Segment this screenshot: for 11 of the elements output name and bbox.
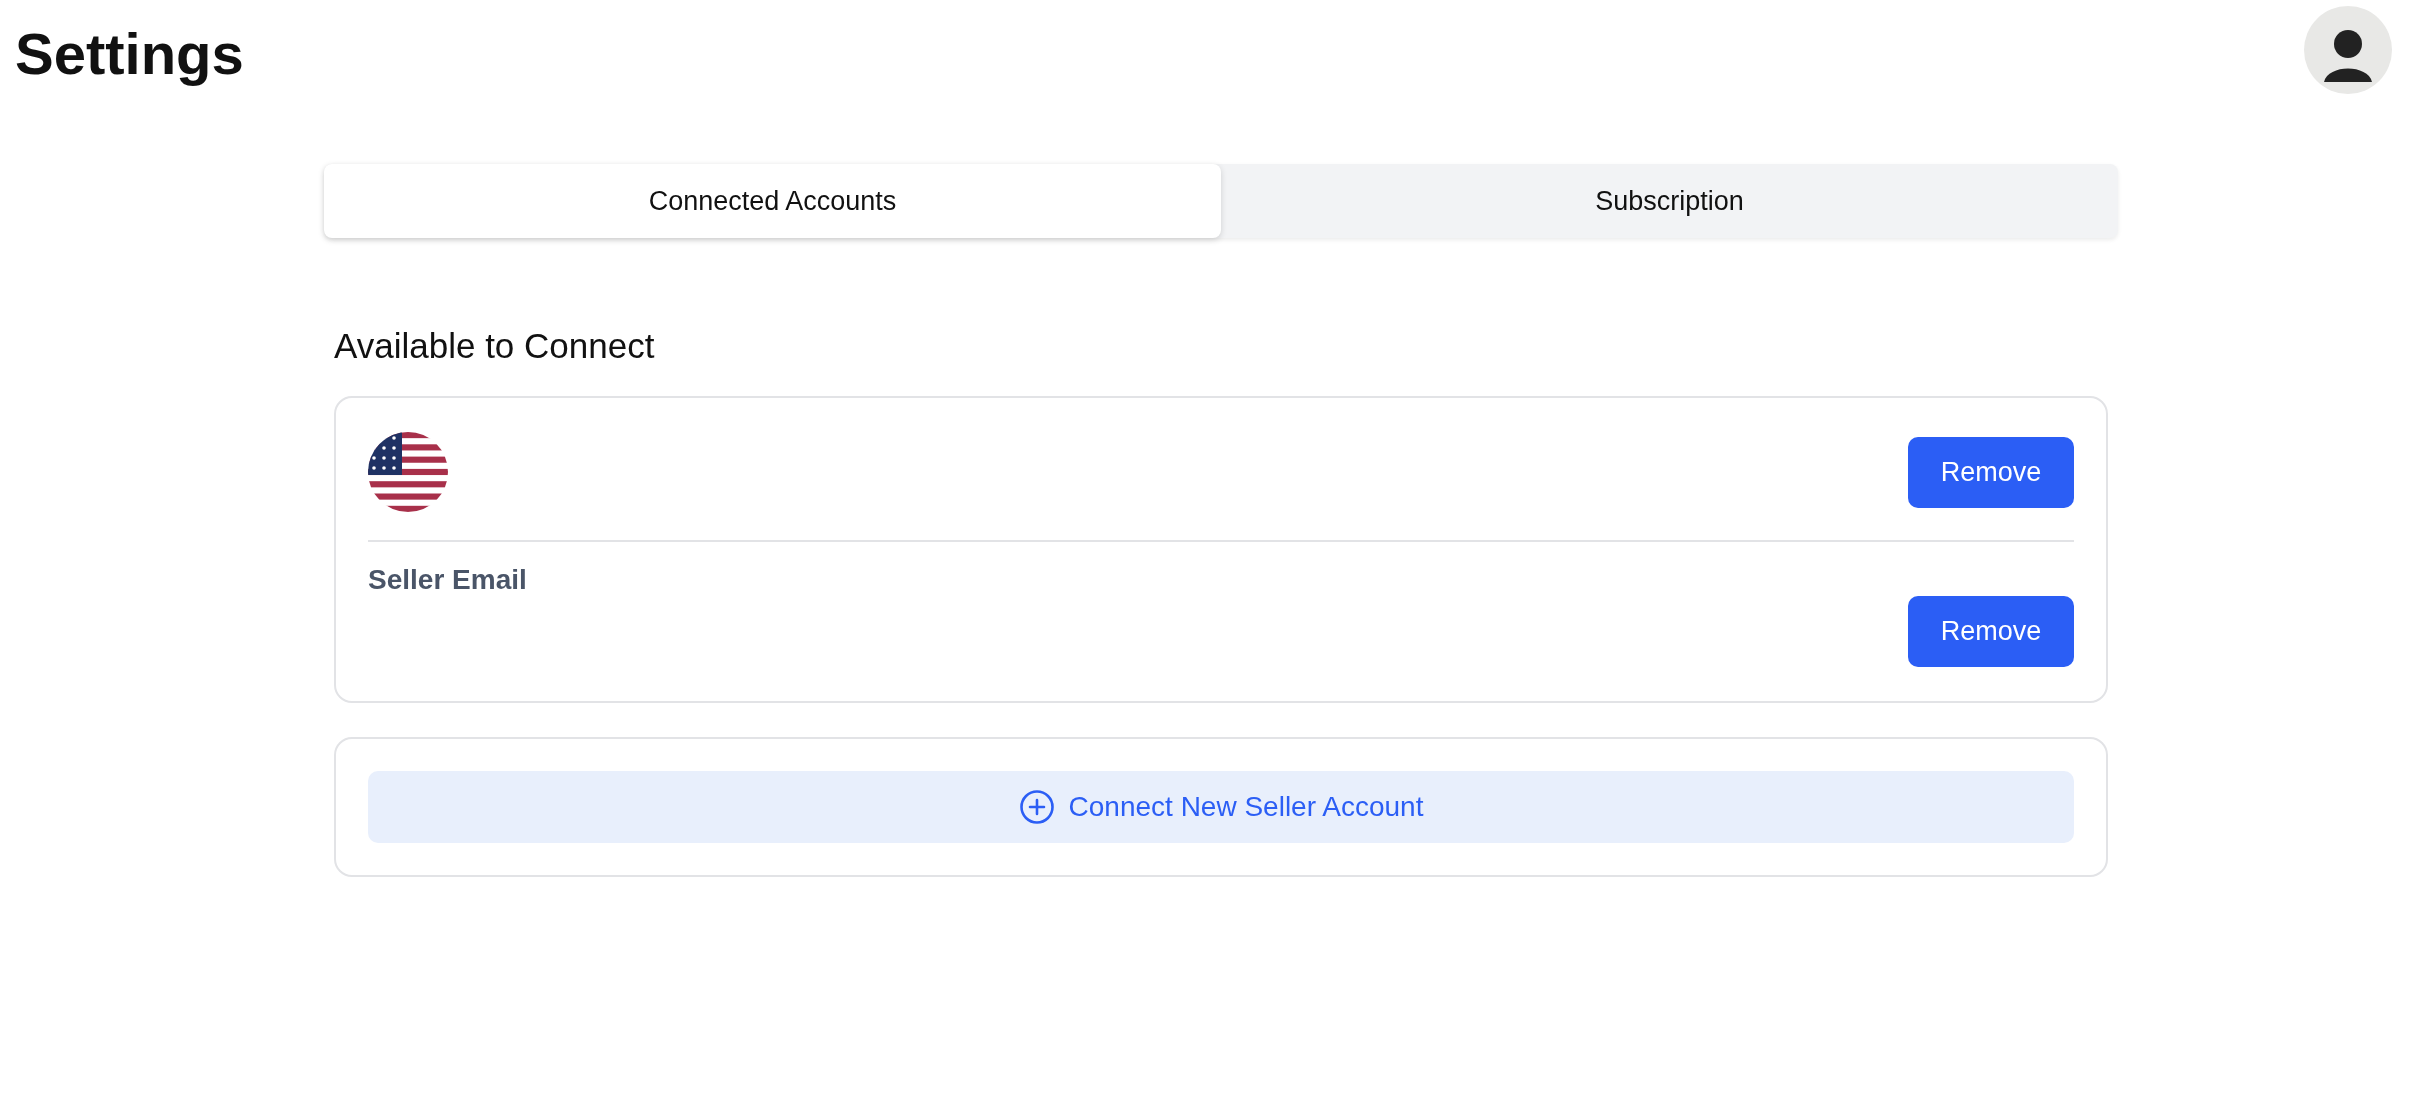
flag-icon — [368, 432, 448, 512]
page-title: Settings — [15, 20, 244, 87]
field-label: Seller Email — [368, 564, 528, 596]
section-heading: Available to Connect — [334, 326, 656, 366]
avatar-icon[interactable] — [2304, 6, 2392, 94]
remove-button[interactable]: Remove — [1908, 436, 2074, 508]
connect-account-button[interactable]: Connect New Seller Account — [368, 771, 2074, 843]
remove-button[interactable]: Remove — [1908, 596, 2074, 667]
tab[interactable]: Connected Accounts — [324, 164, 1221, 238]
tab[interactable]: Subscription — [1221, 164, 2118, 238]
plus-circle-icon — [1018, 789, 1055, 825]
